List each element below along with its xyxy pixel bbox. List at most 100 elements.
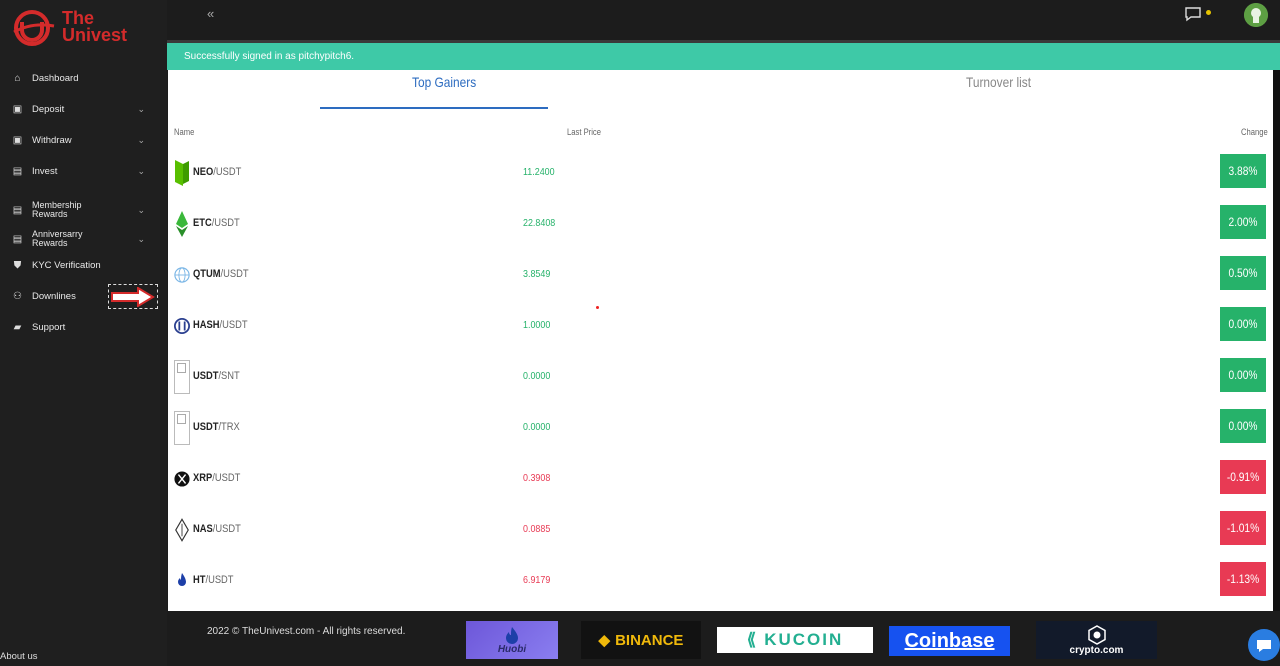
footer: 2022 © TheUnivest.com - All rights reser…: [167, 611, 1280, 666]
change-badge: 0.00%: [1220, 307, 1266, 341]
neo-icon: [174, 156, 190, 190]
pair-base: ETC: [193, 217, 212, 229]
table-row[interactable]: USDT/SNT 0.0000 0.00%: [168, 352, 1273, 403]
broken-image-icon: [174, 411, 190, 445]
last-price: 11.2400: [523, 166, 555, 178]
trading-pair: QTUM/USDT: [193, 268, 249, 280]
sidebar-item-anniversarry[interactable]: ▤ Anniversarry Rewards ⌄: [0, 230, 167, 248]
last-price: 22.8408: [523, 217, 556, 229]
table-row[interactable]: HASH/USDT 1.0000 0.00%: [168, 301, 1273, 352]
copyright-text: 2022 © TheUnivest.com - All rights reser…: [207, 626, 406, 637]
briefcase-icon: ▣: [12, 135, 23, 146]
change-badge: 3.88%: [1220, 154, 1266, 188]
trading-pair: NEO/USDT: [193, 166, 241, 178]
partner-binance-logo[interactable]: ◆ BINANCE: [581, 621, 701, 659]
chart-icon: ▤: [12, 204, 23, 216]
pair-quote: /TRX: [218, 421, 240, 433]
pair-base: USDT: [193, 370, 219, 382]
partner-kucoin-logo[interactable]: ⟪ KUCOIN: [717, 627, 873, 653]
trading-pair: ETC/USDT: [193, 217, 240, 229]
sidebar-item-kyc-verification[interactable]: ⛊ KYC Verification: [0, 260, 167, 271]
pair-quote: /SNT: [218, 370, 240, 382]
change-value: 3.88%: [1228, 164, 1258, 178]
brand-name: The Univest: [62, 9, 127, 44]
top-bar: «: [167, 0, 1280, 42]
change-value: 0.50%: [1228, 266, 1258, 280]
change-badge: 0.50%: [1220, 256, 1266, 290]
last-price: 0.0885: [523, 523, 551, 535]
annotation-arrow: [108, 284, 158, 309]
change-badge: -0.91%: [1220, 460, 1266, 494]
trading-pair: USDT/SNT: [193, 370, 240, 382]
sidebar-item-invest[interactable]: ▤ Invest ⌄: [0, 166, 167, 177]
table-row[interactable]: NEO/USDT 11.2400 3.88%: [168, 148, 1273, 199]
user-avatar-icon: [1244, 3, 1268, 27]
trading-pair: HT/USDT: [193, 574, 234, 586]
cursor-dot: [596, 306, 599, 309]
etc-icon: [174, 207, 190, 241]
about-us-link[interactable]: About us: [0, 651, 38, 662]
pair-quote: /USDT: [212, 472, 241, 484]
table-row[interactable]: NAS/USDT 0.0885 -1.01%: [168, 505, 1273, 556]
pair-base: NAS: [193, 523, 213, 535]
huobi-flame-icon: [506, 626, 518, 644]
chart-icon: ▤: [12, 233, 23, 245]
sidebar-item-support[interactable]: ▰ Support: [0, 322, 167, 333]
chevron-down-icon: ⌄: [137, 166, 145, 176]
users-icon: ⚇: [13, 291, 22, 302]
column-header-change: Change: [1241, 127, 1268, 137]
last-price: 3.8549: [523, 268, 551, 280]
avatar[interactable]: [1244, 3, 1268, 27]
tab-turnover-list[interactable]: Turnover list: [966, 74, 1031, 90]
qtum-icon: [174, 258, 190, 292]
shield-icon: ⛊: [13, 260, 22, 271]
chart-icon: ▤: [12, 166, 23, 177]
binance-diamond-icon: ◆: [598, 632, 611, 649]
chevron-down-icon: ⌄: [137, 104, 145, 114]
pair-base: NEO: [193, 166, 214, 178]
change-value: 0.00%: [1228, 317, 1258, 331]
messages-icon[interactable]: [1184, 6, 1202, 22]
change-value: -1.01%: [1226, 521, 1260, 535]
brand-logo[interactable]: The Univest: [12, 8, 152, 48]
change-value: -1.13%: [1226, 572, 1260, 586]
change-badge: 0.00%: [1220, 358, 1266, 392]
sidebar-item-dashboard[interactable]: ⌂ Dashboard: [0, 73, 167, 84]
cryptocom-lion-icon: [1087, 624, 1106, 645]
success-alert: Successfully signed in as pitchypitch6.: [167, 43, 1280, 70]
sidebar-item-label: Invest: [32, 165, 58, 177]
broken-image-icon: [174, 360, 190, 394]
last-price: 6.9179: [523, 574, 551, 586]
live-chat-button[interactable]: [1248, 629, 1280, 661]
sidebar-item-label: Withdraw: [32, 134, 72, 146]
table-row[interactable]: HT/USDT 6.9179 -1.13%: [168, 556, 1273, 607]
pair-base: USDT: [193, 421, 219, 433]
partner-coinbase-logo[interactable]: Coinbase: [889, 626, 1010, 656]
pair-quote: /USDT: [220, 268, 249, 280]
change-value: 0.00%: [1228, 419, 1258, 433]
sidebar-item-withdraw[interactable]: ▣ Withdraw ⌄: [0, 135, 167, 146]
sidebar-item-label: Dashboard: [32, 72, 79, 84]
column-header-name: Name: [174, 127, 195, 137]
table-row[interactable]: USDT/TRX 0.0000 0.00%: [168, 403, 1273, 454]
table-row[interactable]: ETC/USDT 22.8408 2.00%: [168, 199, 1273, 250]
sidebar-item-membership[interactable]: ▤ Membership Rewards ⌄: [0, 201, 167, 219]
partner-kucoin-label: KUCOIN: [764, 630, 844, 649]
change-value: 2.00%: [1228, 215, 1258, 229]
pair-base: HT: [193, 574, 206, 586]
partner-huobi-label: Huobi: [497, 643, 527, 655]
sidebar-item-deposit[interactable]: ▣ Deposit ⌄: [0, 104, 167, 115]
tab-top-gainers[interactable]: Top Gainers: [412, 74, 476, 90]
right-edge-strip: [1273, 70, 1280, 611]
trading-pair: XRP/USDT: [193, 472, 240, 484]
ht-icon: [174, 564, 190, 598]
sidebar-item-label: Deposit: [32, 103, 65, 115]
pair-base: HASH: [193, 319, 220, 331]
table-row[interactable]: QTUM/USDT 3.8549 0.50%: [168, 250, 1273, 301]
table-row[interactable]: XRP/USDT 0.3908 -0.91%: [168, 454, 1273, 505]
change-value: 0.00%: [1228, 368, 1258, 382]
collapse-sidebar-icon[interactable]: «: [207, 6, 214, 21]
partner-huobi-logo[interactable]: Huobi: [466, 621, 558, 659]
partner-cryptocom-logo[interactable]: crypto.com: [1036, 621, 1157, 659]
last-price: 0.3908: [523, 472, 551, 484]
